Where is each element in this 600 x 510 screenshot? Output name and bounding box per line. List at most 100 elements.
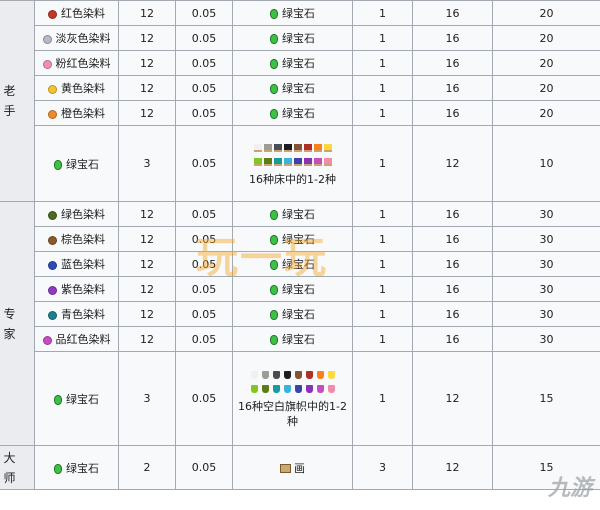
qty-cell: 12 bbox=[118, 50, 176, 76]
qty-cell: 12 bbox=[118, 25, 176, 51]
price-cell: 绿宝石 bbox=[232, 276, 353, 302]
bed-icon bbox=[273, 143, 282, 152]
item-cell: 橙色染料 bbox=[34, 100, 119, 126]
price-cell: 绿宝石 bbox=[232, 75, 353, 101]
banner-icon bbox=[272, 371, 280, 379]
dye-icon bbox=[42, 34, 52, 44]
qty-cell: 12 bbox=[118, 0, 176, 26]
banner-icon bbox=[294, 371, 302, 379]
bed-icon bbox=[313, 143, 322, 152]
emerald-icon bbox=[270, 235, 278, 245]
item-cell: 绿宝石 bbox=[34, 445, 119, 490]
bed-icon bbox=[293, 143, 302, 152]
table-row: 粉红色染料 12 0.05 绿宝石 1 16 20 bbox=[0, 50, 600, 76]
price-cell: 绿宝石 bbox=[232, 50, 353, 76]
item-cell: 青色染料 bbox=[34, 301, 119, 327]
price-count-cell: 1 bbox=[352, 276, 413, 302]
banner-icon bbox=[250, 371, 258, 379]
level-label: 大师 bbox=[3, 450, 16, 485]
emerald-icon bbox=[54, 159, 62, 170]
banner-icon bbox=[316, 371, 324, 379]
emerald-icon bbox=[54, 394, 62, 405]
banner-icon bbox=[283, 385, 291, 393]
dye-icon bbox=[48, 84, 57, 94]
painting-icon bbox=[280, 464, 291, 473]
emerald-icon bbox=[270, 84, 278, 94]
dye-icon bbox=[42, 59, 52, 69]
level-cell: 专家 bbox=[0, 201, 35, 446]
item-cell: 紫色染料 bbox=[34, 276, 119, 302]
table-row: 绿宝石 3 0.05 16种空白旗帜中的1-2种 1 12 15 bbox=[0, 351, 600, 446]
banner-icon bbox=[261, 371, 269, 379]
bed-icon bbox=[323, 143, 332, 152]
qty-cell: 3 bbox=[118, 125, 176, 202]
banner-icon bbox=[294, 385, 302, 393]
price-cell: 画 bbox=[232, 445, 353, 490]
xp-cell: 20 bbox=[492, 75, 600, 101]
dye-icon bbox=[42, 335, 52, 345]
price-cell: 16种空白旗帜中的1-2种 bbox=[232, 351, 353, 446]
max-uses-cell: 16 bbox=[412, 276, 493, 302]
table-row: 大师绿宝石 2 0.05 画 3 12 15 bbox=[0, 445, 600, 490]
price-count-cell: 1 bbox=[352, 100, 413, 126]
caption: 16种空白旗帜中的1-2种 bbox=[238, 400, 347, 428]
price-count-cell: 1 bbox=[352, 125, 413, 202]
dye-icon bbox=[48, 260, 57, 270]
emerald-icon bbox=[270, 210, 278, 220]
qty-cell: 12 bbox=[118, 226, 176, 252]
max-uses-cell: 12 bbox=[412, 351, 493, 446]
price-cell: 16种床中的1-2种 bbox=[232, 125, 353, 202]
level-label: 老手 bbox=[3, 84, 16, 118]
max-uses-cell: 16 bbox=[412, 201, 493, 227]
bed-icon bbox=[253, 143, 262, 152]
item-cell: 绿宝石 bbox=[34, 125, 119, 202]
qty-cell: 12 bbox=[118, 201, 176, 227]
price-count-cell: 1 bbox=[352, 251, 413, 277]
price-count-cell: 1 bbox=[352, 0, 413, 26]
price-count-cell: 1 bbox=[352, 25, 413, 51]
item-cell: 淡灰色染料 bbox=[34, 25, 119, 51]
price-cell: 绿宝石 bbox=[232, 25, 353, 51]
price-count-cell: 1 bbox=[352, 226, 413, 252]
xp-cell: 30 bbox=[492, 276, 600, 302]
dye-icon bbox=[48, 109, 57, 119]
caption: 16种床中的1-2种 bbox=[249, 172, 336, 186]
price-count-cell: 1 bbox=[352, 201, 413, 227]
bed-icon bbox=[313, 157, 322, 166]
table-row: 蓝色染料 12 0.05 绿宝石 1 16 30 bbox=[0, 251, 600, 277]
banner-icon bbox=[250, 385, 258, 393]
dye-icon bbox=[48, 210, 57, 220]
item-cell: 绿宝石 bbox=[34, 351, 119, 446]
banner-icon bbox=[261, 385, 269, 393]
xp-cell: 20 bbox=[492, 25, 600, 51]
item-cell: 棕色染料 bbox=[34, 226, 119, 252]
multiplier-cell: 0.05 bbox=[175, 75, 233, 101]
table-row: 橙色染料 12 0.05 绿宝石 1 16 20 bbox=[0, 100, 600, 126]
xp-cell: 30 bbox=[492, 251, 600, 277]
item-cell: 蓝色染料 bbox=[34, 251, 119, 277]
max-uses-cell: 16 bbox=[412, 50, 493, 76]
price-cell: 绿宝石 bbox=[232, 251, 353, 277]
level-cell: 大师 bbox=[0, 445, 35, 490]
emerald-icon bbox=[270, 285, 278, 295]
table-row: 紫色染料 12 0.05 绿宝石 1 16 30 bbox=[0, 276, 600, 302]
price-cell: 绿宝石 bbox=[232, 301, 353, 327]
multiplier-cell: 0.05 bbox=[175, 50, 233, 76]
price-count-cell: 1 bbox=[352, 301, 413, 327]
qty-cell: 2 bbox=[118, 445, 176, 490]
trade-table: 老手红色染料 12 0.05 绿宝石 1 16 20 淡灰色染料 12 0.05 绿宝石 1 16 20 粉… bbox=[0, 0, 600, 490]
xp-cell: 30 bbox=[492, 301, 600, 327]
max-uses-cell: 16 bbox=[412, 0, 493, 26]
qty-cell: 3 bbox=[118, 351, 176, 446]
table-row: 棕色染料 12 0.05 绿宝石 1 16 30 bbox=[0, 226, 600, 252]
multiplier-cell: 0.05 bbox=[175, 25, 233, 51]
multiplier-cell: 0.05 bbox=[175, 276, 233, 302]
emerald-icon bbox=[270, 260, 278, 270]
emerald-icon bbox=[270, 335, 278, 345]
qty-cell: 12 bbox=[118, 100, 176, 126]
price-cell: 绿宝石 bbox=[232, 201, 353, 227]
xp-cell: 30 bbox=[492, 226, 600, 252]
price-cell: 绿宝石 bbox=[232, 100, 353, 126]
emerald-icon bbox=[270, 9, 278, 19]
max-uses-cell: 16 bbox=[412, 75, 493, 101]
